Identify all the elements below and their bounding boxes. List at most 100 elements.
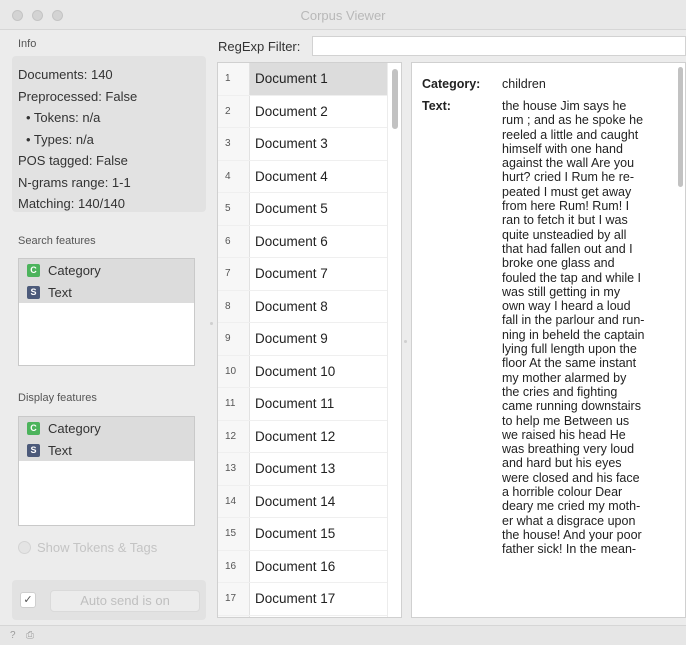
- title-bar: Corpus Viewer: [0, 0, 686, 30]
- row-number: 9: [225, 333, 231, 345]
- text-line: ning in beheld the captain: [502, 327, 645, 342]
- categorical-icon: C: [27, 421, 40, 435]
- document-row[interactable]: 6 Document 6: [218, 226, 401, 258]
- category-field-value: children: [502, 77, 546, 91]
- document-name: Document 14: [255, 493, 336, 509]
- text-line: rum ; and as he spoke he: [502, 113, 644, 128]
- document-row[interactable]: 5 Document 5: [218, 193, 401, 226]
- document-row[interactable]: 2 Document 2: [218, 96, 401, 128]
- document-name: Document 5: [255, 201, 328, 217]
- row-number: 8: [225, 300, 231, 312]
- document-name: Document 1: [250, 63, 401, 95]
- control-panel: Info Documents: 140 Preprocessed: False …: [0, 30, 210, 625]
- report-icon[interactable]: ⎙: [26, 630, 34, 641]
- document-list-scroll-thumb[interactable]: [392, 69, 398, 129]
- text-line: that had fallen out and I: [502, 241, 633, 256]
- show-tokens-label: Show Tokens & Tags: [37, 540, 158, 555]
- search-feature-category[interactable]: C Category: [19, 259, 194, 281]
- left-splitter-handle[interactable]: [210, 322, 213, 325]
- text-line: broke one glass and: [502, 256, 615, 271]
- category-field-label: Category:: [422, 77, 481, 91]
- text-field-value: the house Jim says he rum ; and as he spo…: [502, 99, 682, 557]
- display-feature-text[interactable]: S Text: [19, 439, 194, 461]
- document-row[interactable]: 15 Document 15: [218, 518, 401, 551]
- row-number: 6: [225, 235, 231, 247]
- search-feature-text[interactable]: S Text: [19, 281, 194, 303]
- info-label: Info: [18, 38, 37, 50]
- document-row[interactable]: 10 Document 10: [218, 356, 401, 388]
- text-line: was still getting in my: [502, 284, 621, 299]
- text-line: the house! And your poor: [502, 527, 642, 542]
- row-number: 16: [225, 560, 237, 572]
- autosend-button[interactable]: Auto send is on: [50, 590, 200, 612]
- text-field-label: Text:: [422, 99, 451, 113]
- text-line: and hard but his eyes: [502, 456, 622, 471]
- document-row[interactable]: 12 Document 12: [218, 421, 401, 453]
- row-number: 3: [225, 138, 231, 150]
- row-number: 14: [225, 495, 237, 507]
- text-line: the cries and fighting: [502, 384, 618, 399]
- text-line: peated I must get away: [502, 184, 632, 199]
- info-matching: Matching: 140/140: [18, 196, 125, 211]
- text-line: own way I heard a loud: [502, 299, 631, 314]
- text-line: a horrible colour Dear: [502, 485, 623, 500]
- info-types: • Types: n/a: [26, 131, 94, 147]
- info-pos-tagged: POS tagged: False: [18, 153, 128, 168]
- feature-label: Category: [48, 420, 101, 436]
- text-line: fouled the tap and while I: [502, 270, 641, 285]
- regexp-filter-label: RegExp Filter:: [218, 39, 301, 54]
- status-bar: ? ⎙: [0, 625, 686, 645]
- document-name: Document 15: [255, 526, 336, 542]
- search-features-list[interactable]: C Category S Text: [18, 258, 195, 366]
- text-line: against the wall Are you: [502, 156, 635, 171]
- info-tokens: • Tokens: n/a: [26, 110, 101, 125]
- detail-scroll-thumb[interactable]: [678, 67, 683, 187]
- document-row[interactable]: 11 Document 11: [218, 388, 401, 421]
- document-row[interactable]: 17 Document 17: [218, 583, 401, 616]
- document-list-scrollbar[interactable]: [387, 63, 401, 617]
- show-tokens-checkbox[interactable]: Show Tokens & Tags: [18, 540, 157, 555]
- text-line: my mother alarmed by: [502, 370, 627, 385]
- text-line: we raised his head He: [502, 427, 626, 442]
- help-icon[interactable]: ?: [10, 630, 16, 641]
- row-number: 15: [225, 528, 237, 540]
- string-icon: S: [27, 285, 40, 299]
- regexp-filter-input[interactable]: [312, 36, 686, 56]
- display-feature-category[interactable]: C Category: [19, 417, 194, 439]
- document-name: Document 3: [255, 136, 328, 152]
- detail-scrollbar[interactable]: [675, 63, 685, 617]
- text-line: hurt? cried I Rum he re-: [502, 170, 634, 185]
- info-ngrams-range: N-grams range: 1-1: [18, 174, 131, 190]
- document-row[interactable]: 7 Document 7: [218, 258, 401, 291]
- text-line: father sick! In the mean-: [502, 542, 637, 557]
- document-row[interactable]: 8 Document 8: [218, 291, 401, 323]
- document-row[interactable]: 9 Document 9: [218, 323, 401, 356]
- row-number: 12: [225, 430, 237, 442]
- autosend-checkbox[interactable]: ✓: [20, 592, 36, 608]
- row-number: 10: [225, 365, 237, 377]
- text-line: to help me Between us: [502, 413, 630, 428]
- document-row[interactable]: 16 Document 16: [218, 551, 401, 583]
- info-preprocessed: Preprocessed: False: [18, 88, 138, 104]
- display-features-list[interactable]: C Category S Text: [18, 416, 195, 526]
- text-line: were closed and his face: [502, 470, 640, 485]
- document-name: Document 13: [255, 461, 336, 477]
- document-row[interactable]: 13 Document 13: [218, 453, 401, 486]
- text-line: came running downstairs: [502, 399, 641, 414]
- document-name: Document 8: [255, 298, 328, 314]
- row-number: 17: [225, 593, 237, 605]
- text-line: fall in the parlour and run-: [502, 313, 645, 328]
- text-line: er what a disgrace upon: [502, 513, 636, 528]
- text-line: quite unsteadied by all: [502, 227, 627, 242]
- document-name: Document 12: [255, 428, 336, 444]
- document-list[interactable]: 1 Document 1 2 Document 2 3 Document 3 4 Docume…: [217, 62, 402, 618]
- document-row[interactable]: 4 Document 4: [218, 161, 401, 193]
- document-row[interactable]: 14 Document 14: [218, 486, 401, 518]
- document-row[interactable]: 3 Document 3: [218, 128, 401, 161]
- document-row[interactable]: 1 Document 1: [218, 63, 401, 96]
- center-splitter-handle[interactable]: [404, 340, 407, 343]
- feature-label: Category: [48, 262, 101, 278]
- text-line: lying full length upon the: [502, 342, 637, 357]
- document-name: Document 17: [255, 591, 336, 607]
- document-name: Document 16: [255, 558, 336, 574]
